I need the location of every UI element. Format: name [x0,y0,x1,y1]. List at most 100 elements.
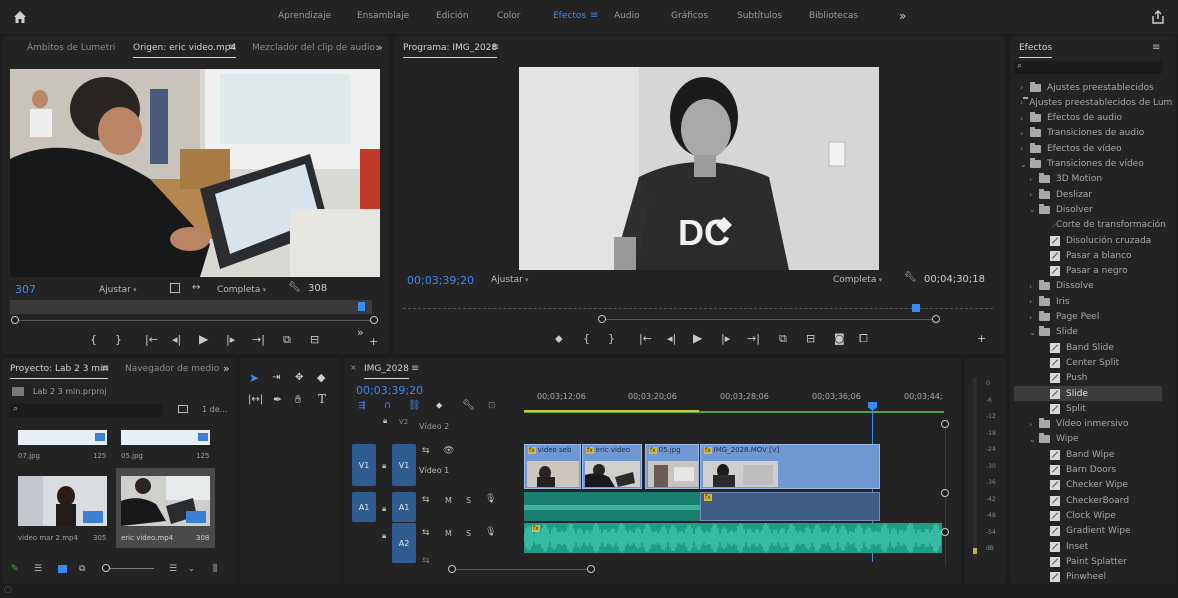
program-play-button[interactable]: ▶ [693,331,702,345]
effects-folder[interactable]: › Dissolve [1014,279,1162,294]
chevron-right-icon[interactable]: › [1029,420,1039,429]
sync-lock-icon[interactable]: ⇆ [422,495,430,505]
step-forward-button[interactable]: |▸ [226,333,235,346]
program-go-to-in-button[interactable]: |← [639,332,652,345]
effect-item[interactable]: Corte de transformación [1014,218,1166,233]
work-area-bar[interactable] [524,410,699,412]
go-to-out-button[interactable]: →| [252,333,265,346]
play-button[interactable]: ▶ [199,332,208,346]
track-target-v1[interactable]: V1 [392,444,416,486]
effect-item[interactable]: Pinwheel [1014,570,1162,584]
home-icon[interactable] [12,9,28,25]
tab-lumetri-scopes[interactable]: Ámbitos de Lumetri [27,43,115,53]
mute-button[interactable]: M [445,529,452,538]
lock-icon[interactable]: 🔒︎ [383,416,387,426]
effect-item[interactable]: Paint Splatter [1014,554,1162,569]
effects-folder[interactable]: › Ajustes preestablecidos de Lum [1014,95,1172,110]
nest-icon[interactable]: ⇶ [358,401,366,411]
type-tool-icon[interactable]: T [318,392,326,406]
timeline-marker-icon[interactable]: ⬥ [436,401,442,411]
effect-item[interactable]: Gradient Wipe [1014,524,1162,539]
workspace-menu-icon[interactable]: ≡ [590,10,598,21]
chevron-down-icon[interactable]: ⌄ [1029,435,1039,444]
effects-folder[interactable]: › Deslizar [1014,187,1162,202]
workspace-tab-edicion[interactable]: Edición [436,11,469,21]
effects-folder[interactable]: › Iris [1014,294,1162,309]
icon-view-icon[interactable] [58,565,67,573]
chevron-down-icon[interactable]: ⌄ [1020,160,1030,169]
captions-icon[interactable]: ⊡ [488,401,496,411]
source-patch-a1[interactable]: A1 [352,492,376,522]
source-patch-v1[interactable]: V1 [352,444,376,486]
source-timecode-in[interactable]: 307 [15,283,36,296]
program-step-back-button[interactable]: ◂| [667,332,676,345]
more-tabs-icon[interactable]: » [376,41,383,54]
program-add-button-icon[interactable]: + [977,332,986,345]
chevron-right-icon[interactable]: › [1029,313,1039,322]
sort-icon[interactable]: ☰ [169,564,177,574]
selection-tool-icon[interactable]: ➤ [249,371,259,385]
effects-folder[interactable]: › Vídeo inmersivo [1014,417,1162,432]
chevron-right-icon[interactable]: › [1020,144,1030,153]
thumb-eric-video[interactable] [121,476,210,526]
overwrite-button[interactable]: ⊟ [310,333,319,346]
mark-in-button[interactable]: { [90,333,97,346]
effects-folder[interactable]: › Page Peel [1014,310,1162,325]
extract-button[interactable]: ⊟ [806,332,815,345]
effects-folder[interactable]: ⌄ Slide [1014,325,1162,340]
clip-img-2028[interactable]: fx IMG_2028.MOV [V] [700,444,880,489]
lock-icon[interactable]: 🔒︎ [382,461,386,471]
effects-folder[interactable]: › Transiciones de audio [1014,126,1162,141]
slip-tool-icon[interactable]: |↔| [248,394,263,405]
program-wrench-icon[interactable]: 🔧︎ [904,272,917,283]
razor-tool-icon[interactable]: ◆ [317,371,325,384]
effects-folder[interactable]: ⌄ Disolver [1014,202,1162,217]
project-more-tabs-icon[interactable]: » [223,362,230,375]
effects-folder[interactable]: › Ajustes preestablecidos [1014,80,1162,95]
effects-folder[interactable]: ⌄ Transiciones de vídeo [1014,157,1162,172]
chevron-down-icon[interactable]: ⌄ [1029,205,1039,214]
workspace-tab-graficos[interactable]: Gráficos [671,11,708,21]
program-step-forward-button[interactable]: |▸ [721,332,730,345]
tab-audio-clip-mixer[interactable]: Mezclador del clip de audio: [252,43,378,53]
effects-folder[interactable]: › Efectos de audio [1014,111,1162,126]
workspace-tab-bibliotecas[interactable]: Bibliotecas [809,11,858,21]
source-quality-dropdown[interactable]: Completa [217,285,266,295]
mute-button[interactable]: M [445,496,452,505]
program-video-frame[interactable]: DC [519,67,879,270]
source-zoom-left-handle[interactable] [11,316,19,324]
workspace-tab-color[interactable]: Color [497,11,521,21]
effect-item[interactable]: Band Slide [1014,340,1162,355]
more-workspaces-icon[interactable]: » [899,9,906,23]
timeline-zoom-right-handle[interactable] [587,565,595,573]
tab-source[interactable]: Origen: eric video.mp4 [133,43,237,58]
comparison-view-icon[interactable]: ⧠ [859,332,868,346]
export-frame-icon[interactable]: ◙ [834,332,845,345]
source-zoom-right-handle[interactable] [370,316,378,324]
lock-icon[interactable]: 🔒︎ [382,531,386,541]
thumbnail-size-knob[interactable] [102,564,110,572]
vscroll-handle-bot[interactable] [941,528,949,536]
timeline-menu-icon[interactable]: ≡ [411,363,419,374]
effect-item[interactable]: Checker Wipe [1014,478,1162,493]
pen-tool-icon[interactable]: ✒ [273,393,282,406]
wrench-icon[interactable]: 🔧︎ [288,282,301,293]
thumb-05[interactable] [121,430,210,445]
voiceover-mic-icon[interactable]: 🎙︎ [485,527,496,537]
chevron-right-icon[interactable]: › [1029,190,1039,199]
clip-video-seb[interactable]: fx video seb [524,444,581,489]
automate-to-sequence-icon[interactable]: ⫼ [213,564,217,574]
chevron-right-icon[interactable]: › [1020,83,1030,92]
audio-clip-a1-part1[interactable] [524,492,700,521]
effects-search-input[interactable]: ⌕ [1014,61,1162,74]
program-zoom-left-handle[interactable] [598,315,606,323]
voiceover-mic-icon[interactable]: 🎙︎ [485,494,496,504]
program-playhead[interactable] [911,304,920,312]
thumb-video-mar-2[interactable] [18,476,107,526]
insert-button[interactable]: ⧉ [283,333,291,347]
thumb-07[interactable] [18,430,107,445]
effects-folder[interactable]: › Efectos de vídeo [1014,141,1162,156]
effect-item[interactable]: CheckerBoard [1014,493,1162,508]
track-select-tool-icon[interactable]: ⇥ [272,372,280,383]
solo-button[interactable]: S [466,496,471,505]
